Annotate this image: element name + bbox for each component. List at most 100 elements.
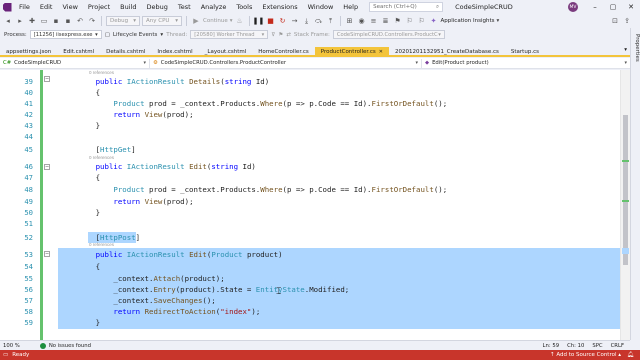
menu-project[interactable]: Project xyxy=(83,3,115,11)
menu-file[interactable]: File xyxy=(14,3,35,11)
stop-icon[interactable]: ■ xyxy=(266,16,276,26)
notifications-icon[interactable]: 🔔︎ xyxy=(627,352,634,358)
open-icon[interactable]: ▭ xyxy=(39,16,49,26)
hex-icon[interactable]: ⊞ xyxy=(345,16,355,26)
search-input[interactable]: Search (Ctrl+Q) ⌕ xyxy=(369,2,444,12)
zoom-level[interactable]: 100 % xyxy=(0,343,20,349)
minimize-icon[interactable]: – xyxy=(586,3,604,11)
scrollbar-thumb[interactable] xyxy=(623,115,628,265)
step-into-icon[interactable]: ⤓ xyxy=(302,16,312,26)
tab-edit-cshtml[interactable]: Edit.cshtml xyxy=(57,47,100,56)
tab-home-controller[interactable]: HomeController.cs xyxy=(252,47,314,56)
line-indicator[interactable]: Ln: 59 xyxy=(543,343,560,349)
stack-frame-dropdown[interactable]: CodeSimpleCRUD.Controllers.ProductCon ▾ xyxy=(332,30,445,39)
pin-icon[interactable]: ⊡ xyxy=(610,16,620,26)
save-icon[interactable]: ▪ xyxy=(51,16,61,26)
fold-toggle[interactable]: − xyxy=(44,76,50,82)
menu-bar: File Edit View Project Build Debug Test … xyxy=(0,0,640,14)
close-tab-icon[interactable]: ✕ xyxy=(379,49,383,55)
app-insights-button[interactable]: Application Insights xyxy=(441,18,495,24)
process-dropdown[interactable]: [11256] iisexpress.exe ▾ xyxy=(29,30,102,39)
bookmark-next-icon[interactable]: ⚐ xyxy=(417,16,427,26)
thread-dropdown[interactable]: [20580] Worker Thread ▾ xyxy=(190,30,269,39)
fold-toggle[interactable]: − xyxy=(44,251,50,257)
menu-analyze[interactable]: Analyze xyxy=(196,3,232,11)
config-dropdown[interactable]: Debug ▾ xyxy=(106,16,140,26)
close-icon[interactable]: ✕ xyxy=(622,3,640,11)
step-out-icon[interactable]: ⤒ xyxy=(326,16,336,26)
restart-icon[interactable]: ↻ xyxy=(278,16,288,26)
comment-icon[interactable]: ≡ xyxy=(369,16,379,26)
line-number: 41 xyxy=(24,99,33,108)
code-line: Product prod = _context.Products.Where(p… xyxy=(113,185,448,194)
show-next-statement-icon[interactable]: → xyxy=(290,16,300,26)
menu-window[interactable]: Window xyxy=(303,3,339,11)
chevron-down-icon: ▾ xyxy=(438,31,441,38)
project-dropdown[interactable]: C# CodeSimpleCRUD ▾ xyxy=(0,58,150,68)
menu-build[interactable]: Build xyxy=(115,3,141,11)
line-ending[interactable]: CRLF xyxy=(611,343,624,349)
process-label: Process: xyxy=(4,31,27,38)
line-number: 53 xyxy=(24,250,33,259)
tab-details-cshtml[interactable]: Details.cshtml xyxy=(100,47,151,56)
menu-edit[interactable]: Edit xyxy=(35,3,58,11)
line-number: 47 xyxy=(24,173,33,182)
whitespace-mode[interactable]: SPC xyxy=(592,343,602,349)
back-icon[interactable]: ◂ xyxy=(3,16,13,26)
tab-product-controller[interactable]: ProductController.cs ✕ xyxy=(314,47,389,56)
live-share-icon[interactable]: ⇪ xyxy=(622,16,632,26)
continue-button[interactable]: Continue xyxy=(203,18,228,24)
tab-layout-cshtml[interactable]: _Layout.cshtml xyxy=(199,47,253,56)
line-number: 49 xyxy=(24,197,33,206)
thread-flag-icon[interactable]: ⚑ xyxy=(278,32,283,38)
tab-create-database[interactable]: 20201201132951_CreateDatabase.cs xyxy=(389,47,505,56)
thread-filter-icon[interactable]: ⊽ xyxy=(271,32,275,38)
visual-studio-window: File Edit View Project Build Debug Test … xyxy=(0,0,640,360)
continue-icon[interactable]: ▶ xyxy=(191,16,201,26)
lifecycle-events-button[interactable]: Lifecycle Events xyxy=(113,32,158,38)
new-item-icon[interactable]: ✚ xyxy=(27,16,37,26)
column-indicator[interactable]: Ch: 10 xyxy=(567,343,584,349)
step-over-icon[interactable]: ⤼ xyxy=(314,16,324,26)
tab-index-cshtml[interactable]: Index.cshtml xyxy=(151,47,198,56)
forward-icon[interactable]: ▸ xyxy=(15,16,25,26)
bookmark-icon[interactable]: ⚑ xyxy=(393,16,403,26)
fold-toggle[interactable]: − xyxy=(44,164,50,170)
mouse-cursor: ⌶ xyxy=(276,287,282,297)
issues-indicator[interactable]: No issues found xyxy=(39,342,91,349)
class-dropdown[interactable]: ⚙ CodeSimpleCRUD.Controllers.ProductCont… xyxy=(150,58,422,68)
code-editor[interactable]: 39 40 41 42 43 44 45 46 47 48 49 50 51 52 53 54 55 56 57 58… xyxy=(0,70,630,340)
line-number: 50 xyxy=(24,208,33,217)
add-to-source-control-button[interactable]: ↑ Add to Source Control ▴ xyxy=(550,352,621,358)
menu-extensions[interactable]: Extensions xyxy=(257,3,302,11)
platform-value: Any CPU xyxy=(146,18,170,24)
breakpoint-icon[interactable]: ◉ xyxy=(357,16,367,26)
thread-toggle-icon[interactable]: ⇄ xyxy=(286,32,291,38)
tab-appsettings[interactable]: appsettings.json xyxy=(0,47,57,56)
member-dropdown[interactable]: ◆ Edit(Product product) ▾ xyxy=(422,59,630,68)
menu-tools[interactable]: Tools xyxy=(231,3,257,11)
menu-view[interactable]: View xyxy=(57,3,82,11)
toolbar: ◂ ▸ ✚ ▭ ▪ ▪ ↶ ↷ Debug ▾ Any CPU ▾ ▶ Contin… xyxy=(0,14,640,28)
code-line: _context.SaveChanges(); xyxy=(60,296,216,305)
hot-reload-icon[interactable]: ♨ xyxy=(235,16,245,26)
line-number: 52 xyxy=(24,233,33,242)
maximize-icon[interactable]: ▢ xyxy=(604,3,622,11)
break-all-icon[interactable]: ❚❚ xyxy=(253,16,265,26)
menu-debug[interactable]: Debug xyxy=(142,3,173,11)
tab-label: HomeController.cs xyxy=(258,48,309,55)
redo-icon[interactable]: ↷ xyxy=(87,16,97,26)
platform-dropdown[interactable]: Any CPU ▾ xyxy=(142,16,182,26)
tab-startup[interactable]: Startup.cs xyxy=(505,47,545,56)
bookmark-prev-icon[interactable]: ⚐ xyxy=(405,16,415,26)
save-all-icon[interactable]: ▪ xyxy=(63,16,73,26)
avatar[interactable]: MV xyxy=(568,2,578,12)
undo-icon[interactable]: ↶ xyxy=(75,16,85,26)
properties-rail[interactable]: Properties xyxy=(630,28,640,340)
app-insights-icon[interactable]: ✦ xyxy=(429,16,439,26)
menu-help[interactable]: Help xyxy=(338,3,363,11)
uncomment-icon[interactable]: ≣ xyxy=(381,16,391,26)
menu-test[interactable]: Test xyxy=(173,3,196,11)
search-icon: ⌕ xyxy=(436,3,440,10)
vertical-scrollbar[interactable] xyxy=(620,70,630,340)
